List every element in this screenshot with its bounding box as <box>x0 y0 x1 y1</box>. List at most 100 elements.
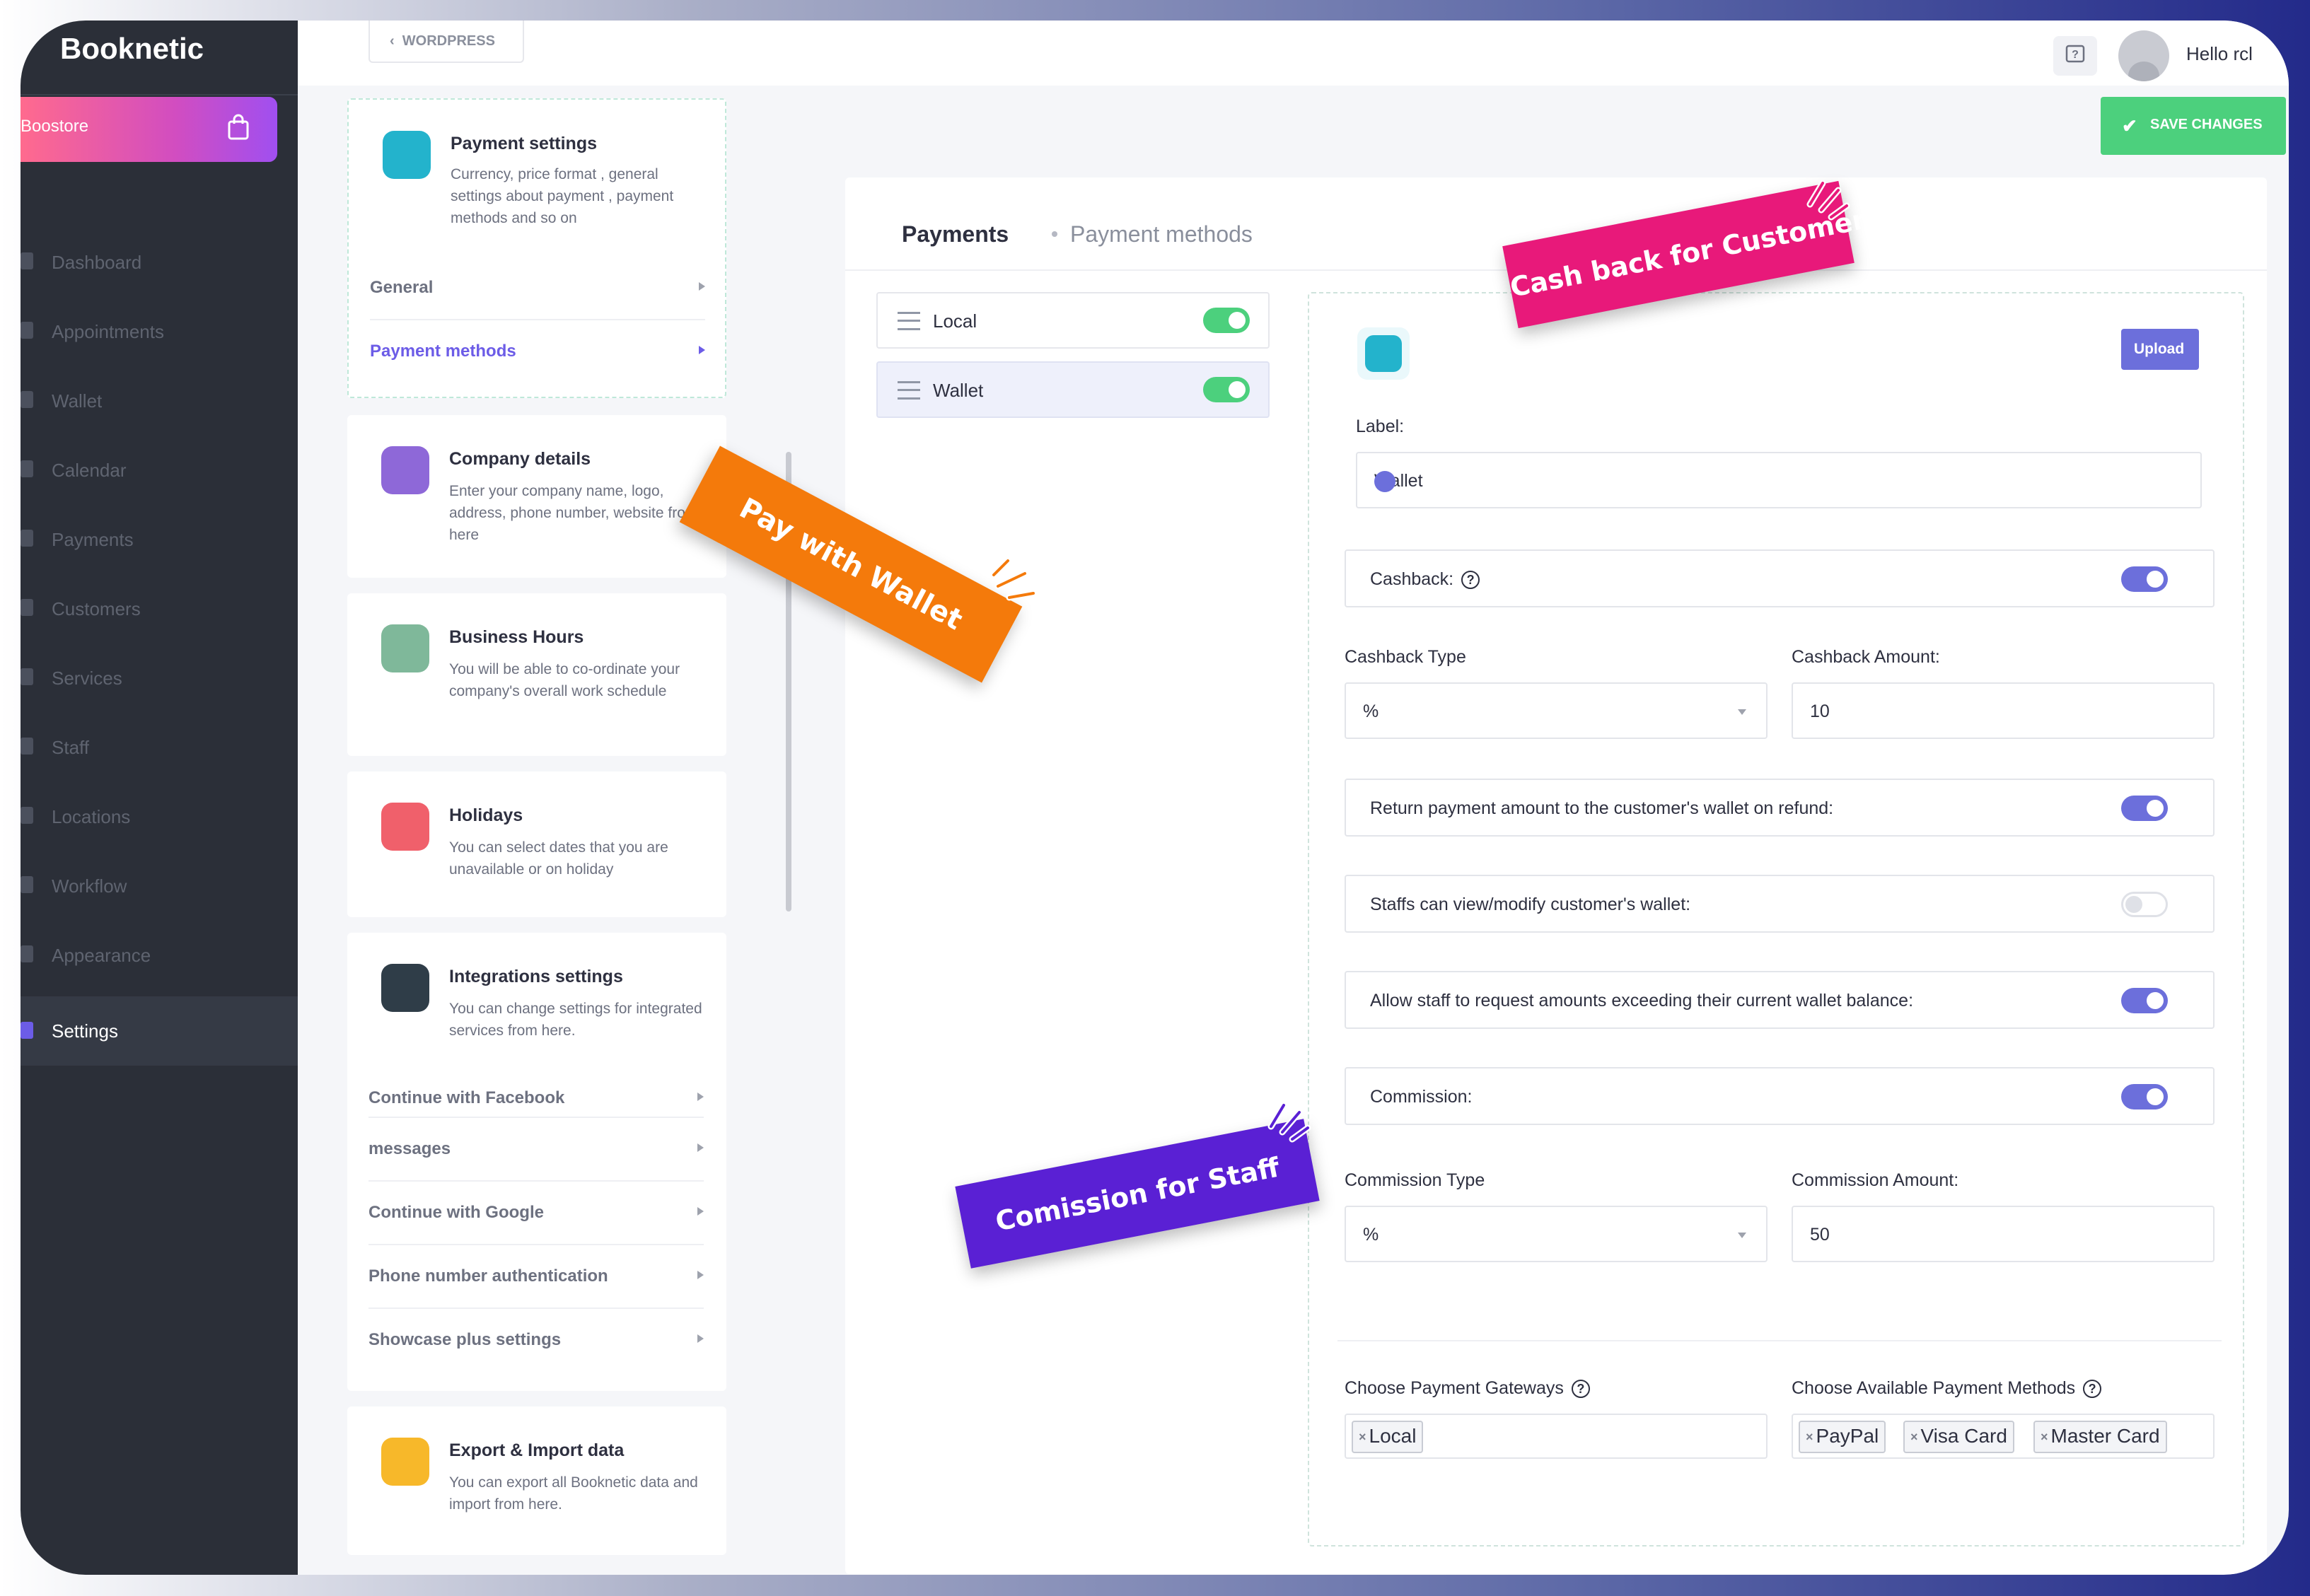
company-details-card[interactable]: Company details Enter your company name,… <box>347 415 726 578</box>
drag-handle-icon[interactable] <box>898 381 920 400</box>
sidebar-item-workflow[interactable]: Workflow <box>21 858 298 914</box>
staff-icon <box>21 738 33 755</box>
export-import-card[interactable]: Export & Import data You can export all … <box>347 1406 726 1555</box>
help-button[interactable]: ? <box>2053 36 2097 76</box>
svg-text:?: ? <box>2072 49 2079 61</box>
sidebar-item-label: Payments <box>52 529 134 550</box>
return-refund-toggle[interactable] <box>2121 796 2168 821</box>
sidebar-item-label: Customers <box>52 598 141 619</box>
commission-type-label: Commission Type <box>1345 1170 1485 1190</box>
cashback-type-select[interactable]: % <box>1345 682 1768 739</box>
sidebar-item-settings[interactable]: Settings <box>21 996 298 1066</box>
save-changes-button[interactable]: ✔ SAVE CHANGES <box>2101 97 2286 155</box>
sub-item-payment-methods[interactable]: Payment methods <box>370 320 705 384</box>
cashback-amount-label: Cashback Amount: <box>1792 647 1940 667</box>
remove-tag-icon[interactable]: × <box>1806 1430 1813 1444</box>
card-title: Company details <box>449 449 591 469</box>
commission-amount-value: 50 <box>1810 1225 1830 1245</box>
commission-type-value: % <box>1363 1225 1379 1245</box>
chevron-right-icon <box>697 1093 704 1101</box>
label-input[interactable]: Wallet <box>1356 452 2202 508</box>
commission-type-select[interactable]: % <box>1345 1206 1768 1262</box>
sidebar-item-calendar[interactable]: Calendar <box>21 442 298 499</box>
help-icon[interactable]: ? <box>2083 1380 2102 1399</box>
method-toggle-local[interactable] <box>1203 308 1250 333</box>
cashback-amount-input[interactable]: 10 <box>1792 682 2215 739</box>
staff-modify-toggle[interactable] <box>2121 892 2168 917</box>
sub-item-label: Payment methods <box>370 342 516 361</box>
form-divider <box>1337 1340 2222 1341</box>
card-title: Export & Import data <box>449 1440 625 1460</box>
tag-visa-card[interactable]: × Visa Card <box>1903 1421 2014 1453</box>
cashback-label: Cashback: ? <box>1370 569 1480 590</box>
holidays-card[interactable]: Holidays You can select dates that you a… <box>347 771 726 917</box>
chevron-right-icon <box>697 1334 704 1343</box>
sub-item-showcase-plus[interactable]: Showcase plus settings <box>368 1309 704 1373</box>
sidebar-item-appearance[interactable]: Appearance <box>21 927 298 984</box>
chevron-right-icon <box>697 1143 704 1152</box>
sub-item-label: Continue with Facebook <box>368 1088 565 1107</box>
remove-tag-icon[interactable]: × <box>1910 1430 1918 1444</box>
sub-item-phone-auth[interactable]: Phone number authentication <box>368 1245 704 1309</box>
sidebar-item-label: Wallet <box>52 390 103 412</box>
sub-item-general[interactable]: General <box>370 257 705 320</box>
sidebar-item-services[interactable]: Services <box>21 650 298 706</box>
upload-button[interactable]: Upload <box>2121 329 2199 370</box>
tag-paypal[interactable]: × PayPal <box>1799 1421 1886 1453</box>
payment-settings-card[interactable]: Payment settings Currency, price format … <box>347 98 726 398</box>
payment-methods-panel: Payments Payment methods Local Wallet Up… <box>845 177 2267 1574</box>
workflow-icon <box>21 876 33 893</box>
sidebar-item-wallet[interactable]: Wallet <box>21 373 298 429</box>
user-greeting[interactable]: Hello rcl <box>2186 43 2253 65</box>
settings-menu: Payment settings Currency, price format … <box>347 98 748 1575</box>
boostore-button[interactable]: Boostore <box>21 97 277 162</box>
help-icon[interactable]: ? <box>1571 1380 1590 1399</box>
cashback-type-label: Cashback Type <box>1345 647 1466 667</box>
chevron-down-icon <box>1738 1233 1746 1238</box>
drag-handle-icon[interactable] <box>898 312 920 330</box>
card-title: Payment settings <box>451 134 598 153</box>
method-row-local[interactable]: Local <box>876 292 1270 349</box>
sub-item-google[interactable]: Continue with Google <box>368 1182 704 1245</box>
shopping-bag-icon <box>228 114 249 140</box>
sub-item-messages[interactable]: messages <box>368 1118 704 1182</box>
sub-item-facebook[interactable]: Continue with Facebook <box>368 1067 704 1118</box>
cashback-row: Cashback: ? <box>1345 549 2215 607</box>
back-to-wordpress-button[interactable]: ‹ WORDPRESS <box>368 21 524 63</box>
tag-master-card[interactable]: × Master Card <box>2033 1421 2167 1453</box>
commission-toggle[interactable] <box>2121 1084 2168 1109</box>
tag-label: Local <box>1369 1425 1417 1447</box>
commission-amount-input[interactable]: 50 <box>1792 1206 2215 1262</box>
cashback-toggle[interactable] <box>2121 566 2168 592</box>
remove-tag-icon[interactable]: × <box>1359 1430 1366 1444</box>
sidebar-item-payments[interactable]: Payments <box>21 511 298 568</box>
wallet-icon[interactable] <box>1357 327 1410 380</box>
available-methods-label: Choose Available Payment Methods ? <box>1792 1378 2102 1399</box>
business-hours-card[interactable]: Business Hours You will be able to co-or… <box>347 593 726 756</box>
integrations-settings-card[interactable]: Integrations settings You can change set… <box>347 933 726 1391</box>
tag-local[interactable]: × Local <box>1352 1421 1424 1453</box>
gateways-multiselect[interactable]: × Local <box>1345 1414 1768 1459</box>
globe-icon[interactable] <box>1374 471 1395 492</box>
chevron-right-icon <box>697 1207 704 1216</box>
check-icon: ✔ <box>2122 115 2137 136</box>
sync-icon <box>381 1438 429 1486</box>
sidebar-item-locations[interactable]: Locations <box>21 788 298 845</box>
method-row-wallet[interactable]: Wallet <box>876 361 1270 418</box>
staff-exceed-toggle[interactable] <box>2121 988 2168 1013</box>
sidebar-item-staff[interactable]: Staff <box>21 719 298 776</box>
sidebar-item-dashboard[interactable]: Dashboard <box>21 234 298 291</box>
sidebar-item-appointments[interactable]: Appointments <box>21 303 298 360</box>
sidebar-item-label: Staff <box>52 737 90 758</box>
remove-tag-icon[interactable]: × <box>2041 1430 2048 1444</box>
cashback-amount-value: 10 <box>1810 701 1830 721</box>
sidebar-item-customers[interactable]: Customers <box>21 581 298 637</box>
settings-scrollbar[interactable] <box>784 91 793 1095</box>
method-toggle-wallet[interactable] <box>1203 377 1250 402</box>
avatar[interactable] <box>2118 30 2169 81</box>
boostore-label: Boostore <box>21 117 89 136</box>
help-icon[interactable]: ? <box>1461 571 1480 590</box>
method-name: Wallet <box>933 380 984 401</box>
available-methods-multiselect[interactable]: × PayPal × Visa Card × Master Card <box>1792 1414 2215 1459</box>
sub-item-label: Showcase plus settings <box>368 1330 562 1349</box>
